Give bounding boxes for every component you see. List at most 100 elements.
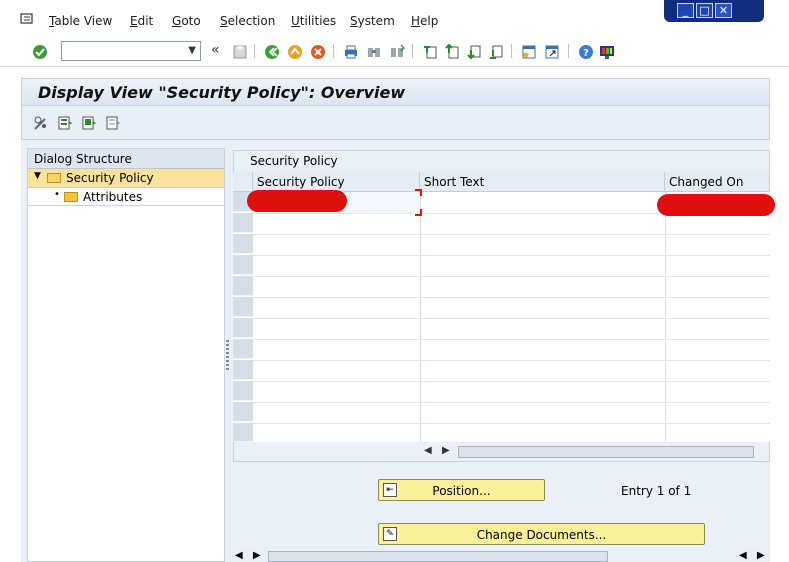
shortcut-icon[interactable]	[544, 44, 560, 60]
change-documents-button-label: Change Documents...	[476, 528, 607, 542]
table-panel-title: Security Policy	[250, 154, 338, 168]
expand-arrow-icon[interactable]: ▼	[34, 171, 41, 181]
entry-counter: Entry 1 of 1	[621, 484, 692, 498]
customize-layout-icon[interactable]	[599, 44, 615, 60]
open-folder-icon	[47, 173, 61, 183]
row-selector[interactable]	[233, 381, 253, 401]
redacted-security-policy-value	[247, 190, 347, 212]
dialog-horizontal-scrollbar[interactable]	[268, 551, 608, 562]
toolbar-separator	[568, 44, 569, 58]
dialog-structure-panel: Dialog Structure ▼ Security Policy • Att…	[27, 148, 225, 562]
window-controls: _ □ ✕	[664, 0, 764, 22]
splitter-handle[interactable]	[226, 340, 229, 372]
row-selector[interactable]	[233, 360, 253, 380]
scroll-left-icon[interactable]: ◀	[739, 550, 747, 561]
row-divider	[253, 297, 770, 298]
tree-item-label: Security Policy	[66, 171, 154, 185]
print-icon[interactable]	[343, 44, 359, 60]
menu-selection[interactable]: Selection	[220, 14, 275, 28]
tree-item-security-policy[interactable]: ▼ Security Policy	[28, 169, 224, 188]
row-divider	[253, 339, 770, 340]
folder-icon	[64, 192, 78, 202]
scroll-left-icon[interactable]: ◀	[424, 445, 432, 456]
collapse-toolbar-icon[interactable]: «	[211, 42, 220, 58]
tree-item-label: Attributes	[83, 190, 143, 204]
select-all-icon[interactable]	[57, 115, 73, 131]
row-divider	[253, 234, 770, 235]
page-title: Display View "Security Policy": Overview	[38, 83, 406, 102]
row-divider	[253, 381, 770, 382]
scrollbar-thumb[interactable]	[458, 446, 754, 458]
chevron-down-icon[interactable]: ▼	[188, 45, 196, 56]
dialog-structure-title: Dialog Structure	[34, 152, 132, 166]
back-icon[interactable]	[263, 44, 281, 60]
next-page-icon[interactable]	[466, 44, 482, 60]
row-selector[interactable]	[233, 234, 253, 254]
last-page-icon[interactable]	[488, 44, 504, 60]
column-header-security-policy[interactable]: Security Policy	[253, 172, 420, 192]
scroll-right-icon[interactable]: ▶	[757, 550, 765, 561]
menu-help[interactable]: Help	[411, 14, 438, 28]
menu-utilities[interactable]: Utilities	[291, 14, 336, 28]
menu-edit[interactable]: Edit	[130, 14, 153, 28]
exit-icon[interactable]	[287, 44, 303, 60]
column-divider	[420, 192, 421, 442]
svg-text:?: ?	[583, 48, 589, 59]
row-divider	[253, 255, 770, 256]
row-selector[interactable]	[233, 297, 253, 317]
position-button-label: Position...	[432, 484, 491, 498]
change-documents-button[interactable]: ✎ Change Documents...	[378, 523, 705, 545]
command-field[interactable]: ▼	[61, 41, 201, 61]
close-icon[interactable]: ✕	[715, 3, 732, 18]
enter-check-icon[interactable]	[32, 44, 48, 60]
position-button[interactable]: ⇤ Position...	[378, 479, 545, 501]
maximize-icon[interactable]: □	[696, 3, 713, 18]
minimize-icon[interactable]: _	[677, 3, 694, 18]
focus-corner	[415, 209, 422, 216]
row-selector[interactable]	[233, 255, 253, 275]
deselect-all-icon[interactable]	[105, 115, 121, 131]
toolbar-separator	[511, 44, 512, 58]
scroll-right-icon[interactable]: ▶	[253, 550, 261, 561]
column-header-changed-on[interactable]: Changed On	[665, 172, 770, 192]
title-bar: Display View "Security Policy": Overview	[21, 78, 770, 106]
find-icon[interactable]	[366, 44, 382, 60]
dialog-structure-header: Dialog Structure	[28, 149, 224, 169]
row-selector[interactable]	[233, 423, 253, 442]
select-block-icon[interactable]	[81, 115, 97, 131]
row-selector[interactable]	[233, 339, 253, 359]
focus-corner	[415, 189, 422, 196]
toolbar-separator	[412, 44, 413, 58]
divider	[28, 205, 224, 206]
find-next-icon[interactable]	[389, 44, 405, 60]
column-header-label: Changed On	[669, 175, 744, 189]
application-toolbar	[21, 106, 770, 140]
table-horizontal-scrollbar[interactable]: ◀ ▶	[420, 443, 770, 461]
toolbar-separator	[333, 44, 334, 58]
column-header-short-text[interactable]: Short Text	[420, 172, 665, 192]
help-icon[interactable]: ?	[578, 44, 594, 60]
menu-icon[interactable]	[20, 12, 34, 26]
cancel-icon[interactable]	[310, 44, 326, 60]
redacted-changed-on-value	[657, 194, 775, 216]
row-selector[interactable]	[233, 318, 253, 338]
display-change-icon[interactable]	[33, 115, 49, 131]
create-session-icon[interactable]	[521, 44, 537, 60]
row-divider	[253, 318, 770, 319]
table-control: Security Policy Short Text Changed On	[233, 172, 775, 442]
row-selector[interactable]	[233, 402, 253, 422]
row-selector[interactable]	[233, 276, 253, 296]
save-icon[interactable]	[232, 44, 248, 60]
select-all-rows-cell[interactable]	[233, 172, 253, 192]
tree-item-attributes[interactable]: • Attributes	[28, 188, 224, 206]
menu-table-view[interactable]: Table View	[49, 14, 112, 28]
previous-page-icon[interactable]	[444, 44, 460, 60]
first-page-icon[interactable]	[422, 44, 438, 60]
scroll-right-icon[interactable]: ▶	[442, 445, 450, 456]
menu-system[interactable]: System	[350, 14, 395, 28]
menu-goto[interactable]: Goto	[172, 14, 201, 28]
scroll-left-icon[interactable]: ◀	[235, 550, 243, 561]
row-divider	[253, 423, 770, 424]
toolbar-separator	[254, 44, 255, 58]
row-selector[interactable]	[233, 213, 253, 233]
